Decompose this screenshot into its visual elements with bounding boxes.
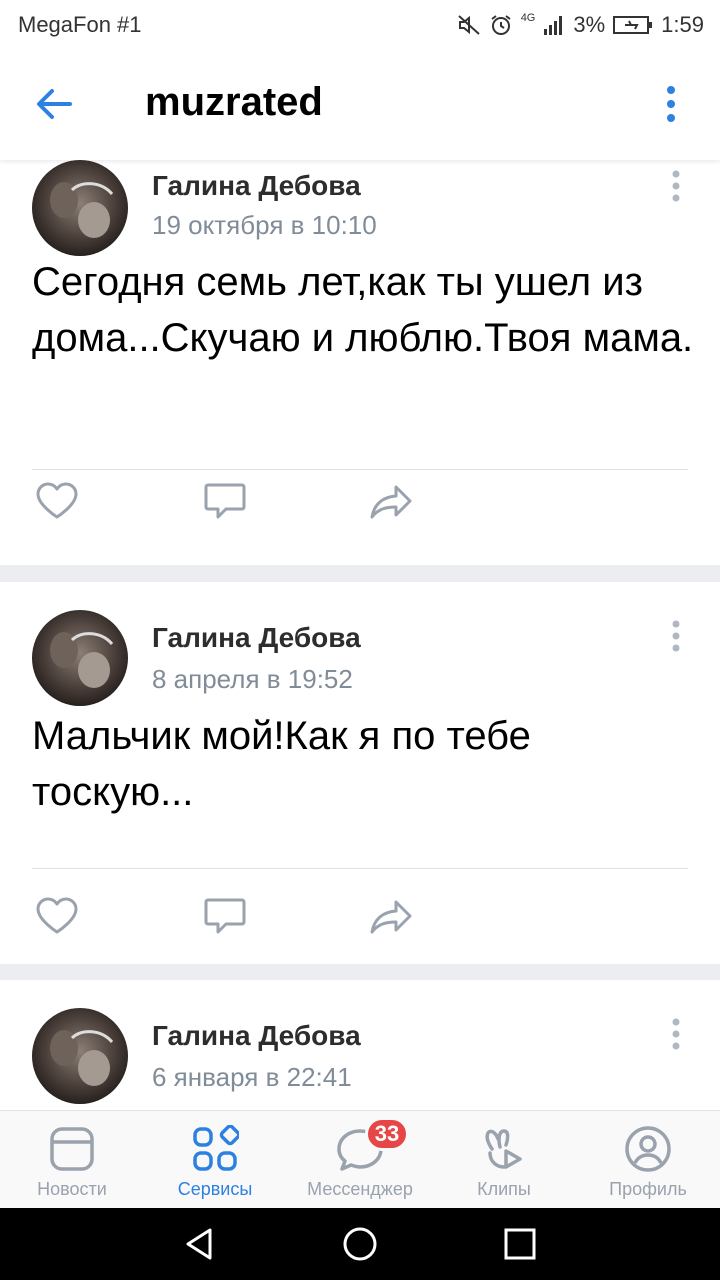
heart-icon <box>36 897 78 934</box>
wall-post: Галина Дебова 19 октября в 10:10 Сегодня… <box>0 160 720 565</box>
nav-home-button[interactable] <box>338 1222 382 1266</box>
like-button[interactable] <box>32 894 82 938</box>
post-menu-button[interactable] <box>664 168 688 208</box>
author-avatar[interactable] <box>32 610 128 706</box>
share-button[interactable] <box>366 894 416 938</box>
network-label: 4G <box>520 12 536 24</box>
news-icon <box>50 1127 94 1171</box>
post-text: Сегодня семь лет,как ты ушел из дома...С… <box>32 260 694 360</box>
app-header: muzrated <box>0 50 720 160</box>
heart-icon <box>36 482 78 519</box>
services-icon <box>193 1125 239 1171</box>
wall-post: Галина Дебова 8 апреля в 19:52 Мальчик м… <box>0 582 720 964</box>
arrow-left-icon <box>37 89 72 119</box>
like-button[interactable] <box>32 479 82 523</box>
unread-badge: 33 <box>365 1117 409 1151</box>
share-icon <box>370 900 412 934</box>
tab-messenger[interactable]: 33 Мессенджер <box>292 1111 428 1209</box>
post-date: 6 января в 22:41 <box>152 1062 352 1092</box>
comment-icon <box>204 483 246 519</box>
post-divider <box>32 868 688 869</box>
clock: 1:59 <box>661 12 704 37</box>
system-nav-bar <box>0 1208 720 1280</box>
nav-back-button[interactable] <box>178 1222 222 1266</box>
tab-label: Новости <box>37 1179 107 1199</box>
tab-clips[interactable]: Клипы <box>444 1111 564 1209</box>
clips-icon <box>485 1129 522 1169</box>
mute-icon <box>458 15 480 35</box>
more-menu-button[interactable] <box>656 84 686 124</box>
tab-profile[interactable]: Профиль <box>588 1111 708 1209</box>
alarm-icon <box>491 15 511 35</box>
share-button[interactable] <box>366 479 416 523</box>
signal-icon <box>544 16 563 35</box>
triangle-back-icon <box>186 1228 212 1260</box>
carrier-label: MegaFon #1 <box>18 12 142 37</box>
share-icon <box>370 485 412 519</box>
post-author[interactable]: Галина Дебова <box>152 622 361 654</box>
battery-icon <box>613 16 653 34</box>
post-text: Мальчик мой!Как я по тебе тоскую... <box>32 714 531 814</box>
more-vertical-icon <box>667 86 675 122</box>
wall-post: Галина Дебова 6 января в 22:41 <box>0 980 720 1110</box>
more-vertical-icon <box>672 620 680 652</box>
back-button[interactable] <box>30 82 80 126</box>
tab-label: Профиль <box>609 1179 687 1199</box>
post-menu-button[interactable] <box>664 1016 688 1056</box>
nav-recents-button[interactable] <box>498 1222 542 1266</box>
post-divider <box>32 469 688 470</box>
tab-services[interactable]: Сервисы <box>155 1111 275 1209</box>
comment-button[interactable] <box>200 894 250 938</box>
status-icons: 4G 3% 1:59 <box>457 12 704 38</box>
more-vertical-icon <box>672 170 680 202</box>
comment-icon <box>204 898 246 934</box>
tab-label: Клипы <box>477 1179 531 1199</box>
page-title: muzrated <box>145 80 323 124</box>
post-author[interactable]: Галина Дебова <box>152 170 361 202</box>
status-bar: MegaFon #1 4G 3% 1:59 <box>0 0 720 50</box>
battery-percent: 3% <box>573 12 606 37</box>
bottom-tab-bar: Новости Сервисы 33 Мессенджер Клипы Проф… <box>0 1110 720 1208</box>
tab-news[interactable]: Новости <box>12 1111 132 1209</box>
tab-label: Мессенджер <box>307 1179 413 1199</box>
post-author[interactable]: Галина Дебова <box>152 1020 361 1052</box>
author-avatar[interactable] <box>32 160 128 256</box>
tab-label: Сервисы <box>177 1179 253 1199</box>
post-menu-button[interactable] <box>664 618 688 658</box>
author-avatar[interactable] <box>32 1008 128 1104</box>
comment-button[interactable] <box>200 479 250 523</box>
profile-icon <box>625 1126 671 1172</box>
circle-home-icon <box>343 1227 377 1261</box>
square-recents-icon <box>504 1228 536 1260</box>
wall-feed: Галина Дебова 19 октября в 10:10 Сегодня… <box>0 160 720 1110</box>
post-date: 19 октября в 10:10 <box>152 210 377 240</box>
post-date: 8 апреля в 19:52 <box>152 664 353 694</box>
more-vertical-icon <box>672 1018 680 1050</box>
